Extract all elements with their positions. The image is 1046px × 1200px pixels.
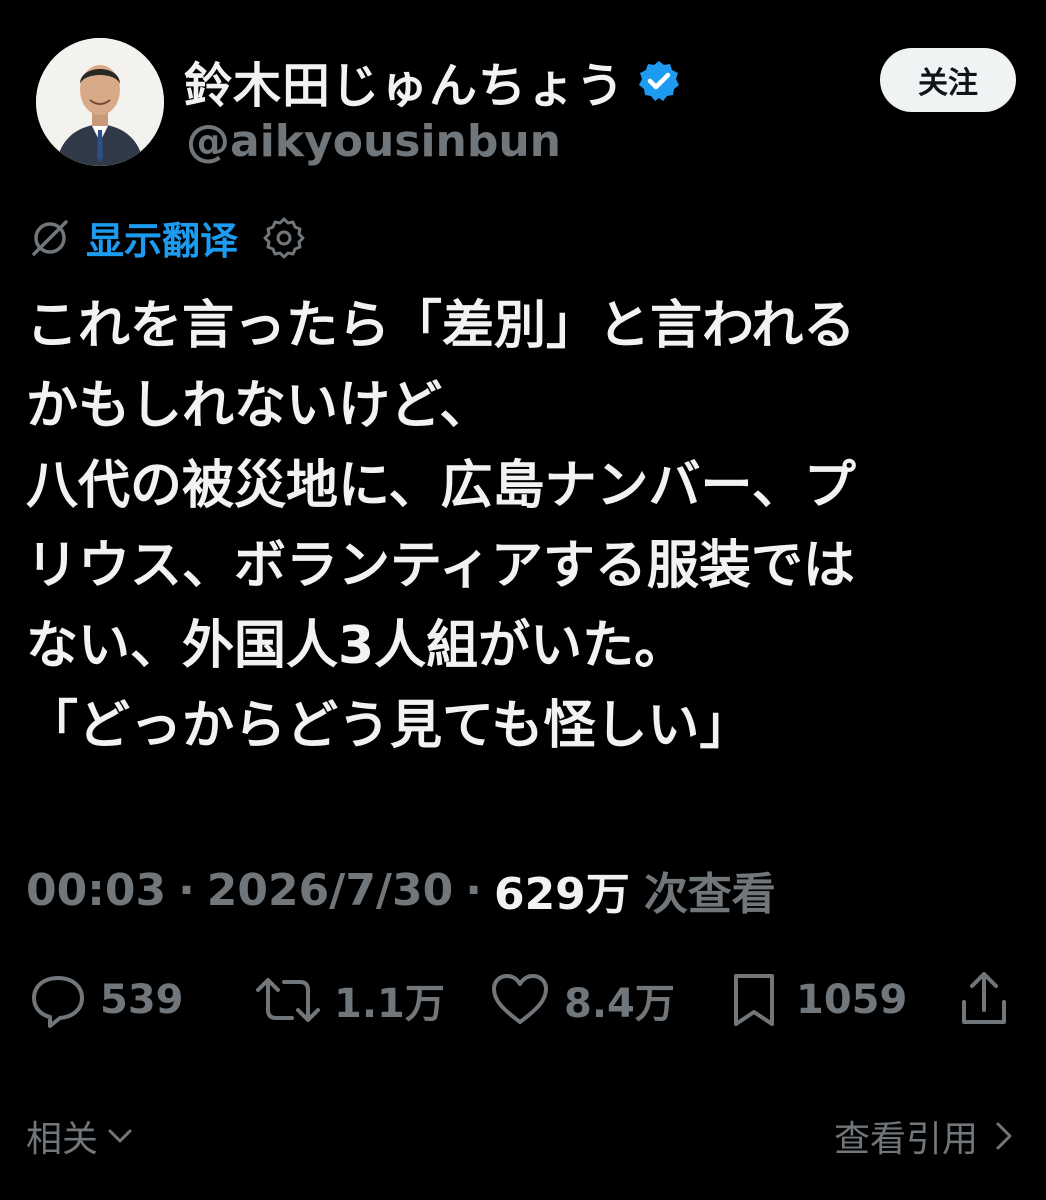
bookmark-count: 1059 xyxy=(796,977,908,1023)
bookmark-button[interactable]: 1059 xyxy=(724,970,907,1030)
view-count[interactable]: 629万 xyxy=(494,858,630,922)
author-handle[interactable]: @aikyousinbun xyxy=(186,116,561,167)
tweet-meta: 00:03 · 2026/7/30 · 629万 次查看 xyxy=(26,858,776,922)
reply-button[interactable]: 539 xyxy=(28,970,184,1030)
retweet-icon xyxy=(254,970,322,1030)
view-count-label: 次查看 xyxy=(643,869,776,920)
follow-button[interactable]: 关注 xyxy=(880,48,1016,112)
related-toggle[interactable]: 相关 xyxy=(26,1110,134,1162)
avatar[interactable] xyxy=(36,38,164,166)
chevron-down-icon xyxy=(106,1122,134,1150)
related-label: 相关 xyxy=(26,1119,99,1160)
view-quotes-link[interactable]: 查看引用 xyxy=(834,1110,1016,1162)
action-bar: 539 1.1万 8.4万 1059 xyxy=(24,970,1024,1040)
show-translation-link[interactable]: 显示翻译 xyxy=(86,210,238,265)
tweet-header: 鈴木田じゅんちょう @aikyousinbun 关注 xyxy=(36,38,1016,178)
retweet-button[interactable]: 1.1万 xyxy=(254,970,445,1030)
like-button[interactable]: 8.4万 xyxy=(488,970,675,1030)
reply-count: 539 xyxy=(100,977,184,1023)
chevron-right-icon xyxy=(992,1120,1016,1152)
author-name-row: 鈴木田じゅんちょう xyxy=(184,46,681,116)
gear-icon[interactable] xyxy=(262,216,306,260)
meta-separator: · xyxy=(178,864,195,916)
retweet-count: 1.1万 xyxy=(334,981,445,1027)
meta-separator-2: · xyxy=(465,864,482,916)
tweet-time[interactable]: 00:03 xyxy=(26,865,166,916)
tweet-text: これを言ったら「差別」と言われる かもしれないけど、 八代の被災地に、広島ナンバ… xyxy=(26,296,856,756)
share-icon xyxy=(956,970,1012,1030)
verified-badge-icon xyxy=(637,59,681,103)
like-count: 8.4万 xyxy=(564,981,675,1027)
translate-icon xyxy=(30,218,70,258)
bookmark-icon xyxy=(724,970,784,1030)
reply-icon xyxy=(28,970,88,1030)
author-name[interactable]: 鈴木田じゅんちょう xyxy=(184,46,625,116)
translate-row: 显示翻译 xyxy=(30,210,306,265)
share-button[interactable] xyxy=(956,970,1012,1030)
view-quotes-label: 查看引用 xyxy=(833,1119,978,1160)
tweet-date[interactable]: 2026/7/30 xyxy=(207,865,453,916)
heart-icon xyxy=(488,970,552,1030)
